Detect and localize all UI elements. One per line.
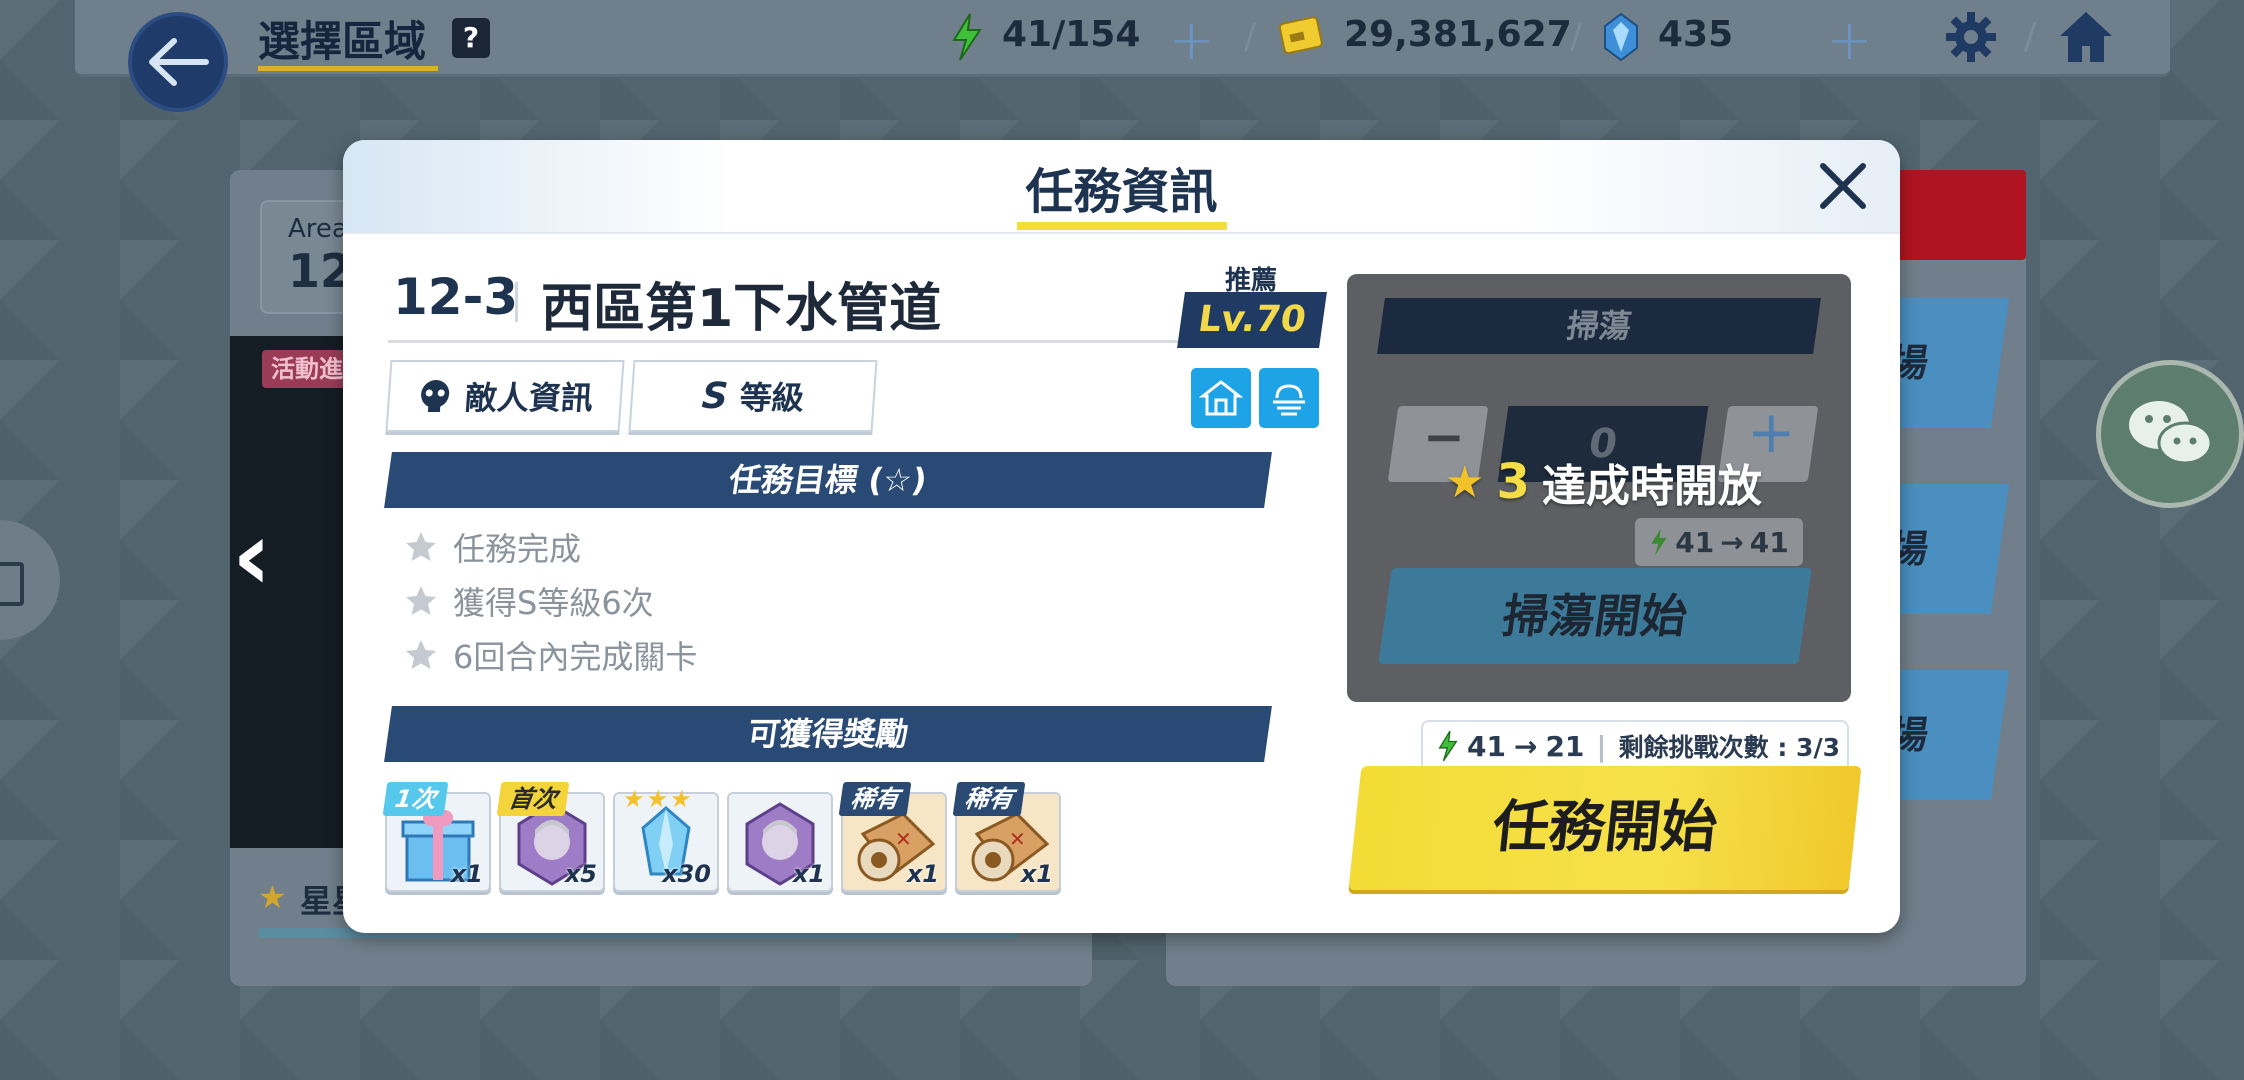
recommended-level-badge: Lv.70: [1177, 292, 1327, 348]
reward-item[interactable]: 首次 x5: [496, 782, 605, 892]
close-icon[interactable]: [1813, 156, 1873, 216]
reward-quantity: x1: [792, 860, 825, 888]
objectives-header: 任務目標 (☆): [384, 452, 1272, 508]
sweep-start-button[interactable]: 掃蕩開始: [1378, 568, 1812, 664]
enemy-skull-icon: [421, 380, 450, 412]
reward-tag: 1次: [382, 782, 449, 816]
reward-item[interactable]: 1次 x1: [382, 782, 491, 892]
grade-s-letter: S: [700, 375, 730, 417]
stage-code: 12-3: [393, 268, 519, 326]
title-accent-bar: [1017, 222, 1227, 230]
gems-value: 435: [1658, 14, 1734, 55]
stamina-value: 41/154: [1002, 14, 1141, 55]
stamina-icon: [1651, 528, 1667, 556]
add-gems-button[interactable]: +: [1826, 8, 1873, 73]
separator: /: [2024, 16, 2037, 57]
reward-tag: 稀有: [952, 782, 1026, 816]
reward-item[interactable]: ✕ 稀有 x1: [952, 782, 1061, 892]
stamina-icon: [952, 13, 982, 61]
sweep-locked-message: ★ 3 達成時開放: [1445, 450, 1762, 514]
reward-tag: 稀有: [838, 782, 912, 816]
cloud-wind-icon: [1273, 384, 1305, 416]
dialog-title: 任務資訊: [1025, 164, 1218, 220]
sweep-title: 掃蕩: [1377, 298, 1821, 354]
arrow-right-icon: →: [1513, 729, 1538, 763]
separator: /: [1570, 16, 1583, 57]
objective-item: 獲得S等級6次: [403, 578, 654, 624]
enemy-info-label: 敵人資訊: [463, 379, 595, 417]
reward-item[interactable]: ★★★ x30: [613, 785, 719, 892]
reward-quantity: x1: [906, 860, 939, 888]
objective-item: 任務完成: [403, 524, 581, 570]
reward-item[interactable]: ✕ 稀有 x1: [838, 782, 947, 892]
reward-tag: 首次: [496, 782, 570, 816]
unlock-text: 達成時開放: [1541, 461, 1762, 512]
grade-button[interactable]: S 等級: [628, 360, 878, 432]
house-icon: [1199, 380, 1243, 416]
help-icon[interactable]: ?: [452, 18, 490, 58]
chat-bubble-button[interactable]: [2096, 360, 2244, 508]
indoor-terrain-icon[interactable]: [1191, 368, 1251, 428]
enemy-info-button[interactable]: 敵人資訊: [385, 360, 625, 432]
credit-icon: [1278, 16, 1323, 55]
prev-area-arrow-icon[interactable]: ‹: [232, 500, 272, 612]
home-icon[interactable]: [2056, 8, 2116, 66]
stage-name: 西區第1下水管道: [541, 279, 942, 339]
divider: |: [1596, 729, 1607, 763]
objective-text: 任務完成: [453, 530, 582, 568]
remaining-attempts: 剩餘挑戰次數 : 3/3: [1618, 733, 1840, 762]
red-header-strip: [1880, 170, 2026, 260]
credits-value: 29,381,627: [1344, 14, 1572, 55]
objective-text: 6回合內完成關卡: [453, 638, 698, 676]
svg-text:✕: ✕: [895, 827, 912, 851]
event-tag: 活動進: [262, 350, 352, 388]
add-stamina-button[interactable]: +: [1168, 8, 1215, 73]
weather-terrain-icon[interactable]: [1259, 368, 1319, 428]
rewards-header: 可獲得獎勵: [384, 706, 1272, 762]
mission-start-button[interactable]: 任務開始: [1348, 766, 1862, 890]
chat-icon: [2129, 401, 2213, 465]
star-outline-icon: [406, 640, 436, 669]
reward-quantity: x1: [1020, 860, 1053, 888]
arrow-right-icon: →: [1720, 525, 1744, 559]
reward-stars-tag: ★★★: [621, 785, 696, 813]
reward-quantity: x1: [450, 860, 483, 888]
star-icon: ★: [258, 878, 287, 916]
settings-gear-icon[interactable]: [1944, 10, 1998, 64]
grade-label: 等級: [738, 379, 806, 417]
back-button[interactable]: [128, 12, 228, 112]
page-title: 選擇區域: [258, 17, 427, 66]
objective-text: 獲得S等級6次: [453, 584, 654, 622]
star-outline-icon: [406, 532, 436, 561]
gem-icon: [1604, 12, 1638, 62]
divider: [388, 340, 1198, 343]
ap-from: 41: [1675, 525, 1715, 559]
arrow-left-icon: [149, 38, 209, 86]
objective-item: 6回合內完成關卡: [403, 632, 697, 678]
sweep-ap-cost: 41 → 41: [1635, 518, 1803, 566]
mission-info-dialog: 任務資訊 12-3 西區第1下水管道 推薦 Lv.70 敵人資訊 S 等級 任務…: [343, 140, 1900, 933]
stamina-icon: [1438, 730, 1458, 762]
reward-quantity: x5: [564, 860, 597, 888]
start-ap-cost: 41 → 21 | 剩餘挑戰次數 : 3/3: [1421, 720, 1849, 772]
area-label: Area: [288, 214, 348, 244]
window-icon: [0, 562, 24, 606]
star-icon: ★: [1445, 456, 1485, 508]
divider: [515, 282, 518, 322]
star-outline-icon: [406, 586, 436, 615]
reward-item[interactable]: x1: [727, 792, 833, 892]
separator: /: [1244, 16, 1257, 57]
unlock-star-count: 3: [1496, 454, 1530, 510]
title-underline: [258, 66, 438, 71]
svg-text:✕: ✕: [1009, 827, 1026, 851]
ap-to: 21: [1545, 729, 1585, 763]
ap-from: 41: [1467, 729, 1506, 763]
ap-to: 41: [1749, 525, 1789, 559]
reward-quantity: x30: [662, 860, 711, 888]
